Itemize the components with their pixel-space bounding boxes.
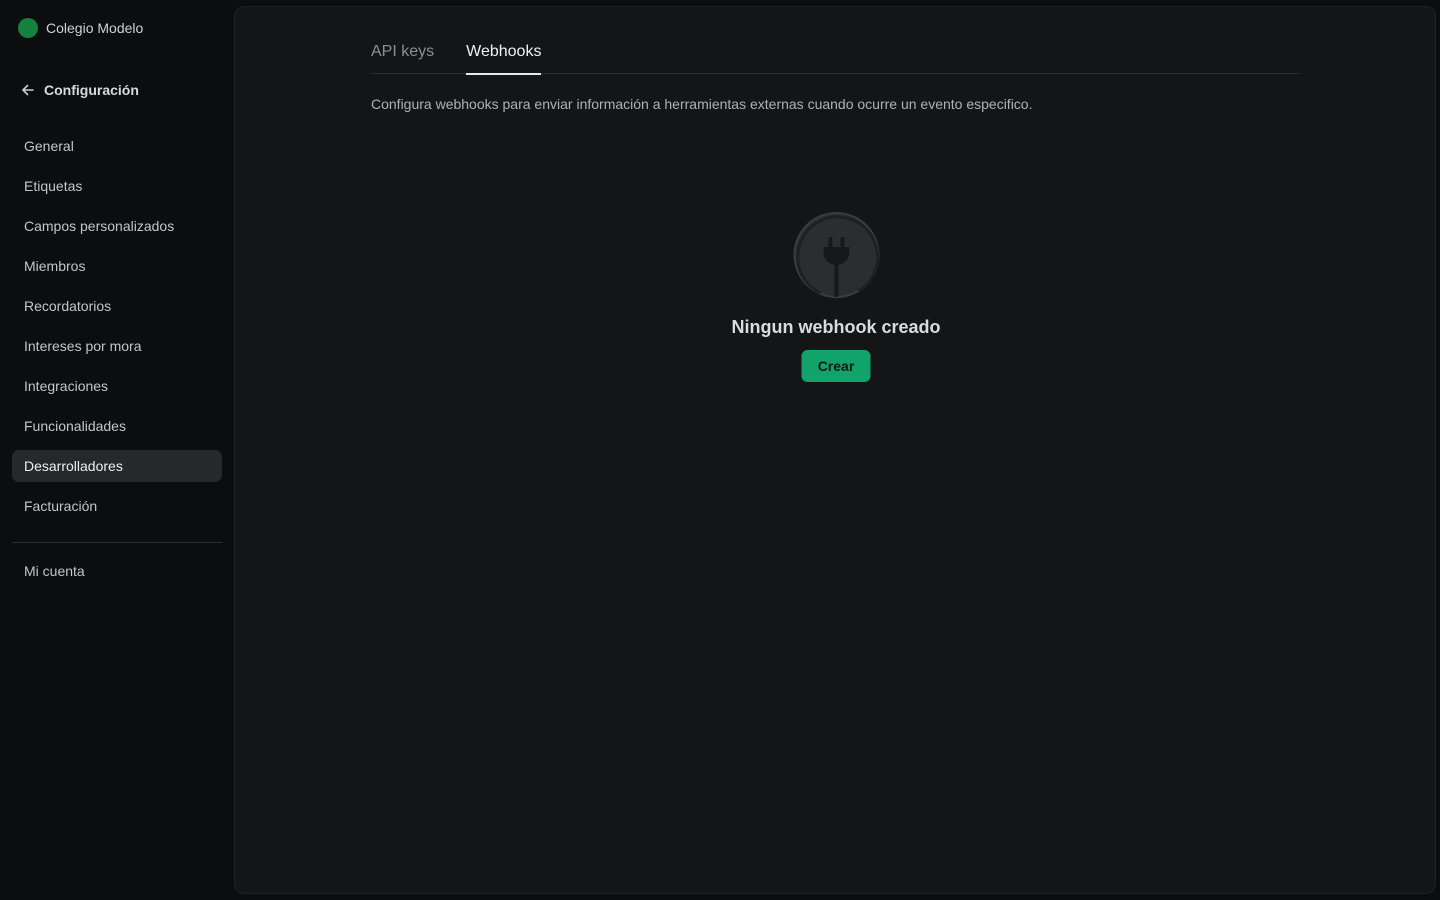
sidebar-item-miembros[interactable]: Miembros bbox=[12, 250, 222, 282]
webhooks-description: Configura webhooks para enviar informaci… bbox=[371, 96, 1033, 112]
settings-title: Configuración bbox=[44, 82, 139, 98]
sidebar-divider bbox=[12, 542, 222, 543]
empty-state-title: Ningun webhook creado bbox=[731, 317, 941, 337]
sidebar: Colegio Modelo Configuración General Eti… bbox=[0, 0, 234, 900]
developer-tabs: API keys Webhooks bbox=[371, 33, 1300, 75]
sidebar-item-integraciones[interactable]: Integraciones bbox=[12, 370, 222, 402]
org-name: Colegio Modelo bbox=[46, 20, 144, 36]
main-panel: API keys Webhooks Configura webhooks par… bbox=[234, 6, 1436, 894]
sidebar-item-facturacion[interactable]: Facturación bbox=[12, 490, 222, 522]
sidebar-item-mi-cuenta[interactable]: Mi cuenta bbox=[12, 555, 222, 587]
sidebar-item-etiquetas[interactable]: Etiquetas bbox=[12, 170, 222, 202]
arrow-left-icon bbox=[21, 83, 35, 97]
sidebar-item-campos-personalizados[interactable]: Campos personalizados bbox=[12, 210, 222, 242]
settings-nav: General Etiquetas Campos personalizados … bbox=[12, 130, 222, 530]
empty-state-content: Ningun webhook creado Crear bbox=[731, 211, 941, 382]
tab-webhooks[interactable]: Webhooks bbox=[466, 33, 542, 75]
sidebar-item-recordatorios[interactable]: Recordatorios bbox=[12, 290, 222, 322]
sidebar-account-section: Mi cuenta bbox=[12, 555, 222, 595]
sidebar-item-general[interactable]: General bbox=[12, 130, 222, 162]
back-to-settings[interactable]: Configuración bbox=[21, 80, 139, 100]
tab-api-keys[interactable]: API keys bbox=[371, 33, 434, 74]
app-root: Colegio Modelo Configuración General Eti… bbox=[0, 0, 1440, 900]
create-webhook-button[interactable]: Crear bbox=[801, 350, 871, 382]
org-switcher[interactable]: Colegio Modelo bbox=[18, 18, 143, 38]
org-avatar bbox=[18, 18, 38, 38]
plug-icon bbox=[792, 211, 880, 299]
sidebar-item-intereses-por-mora[interactable]: Intereses por mora bbox=[12, 330, 222, 362]
sidebar-item-desarrolladores[interactable]: Desarrolladores bbox=[12, 450, 222, 482]
sidebar-item-funcionalidades[interactable]: Funcionalidades bbox=[12, 410, 222, 442]
